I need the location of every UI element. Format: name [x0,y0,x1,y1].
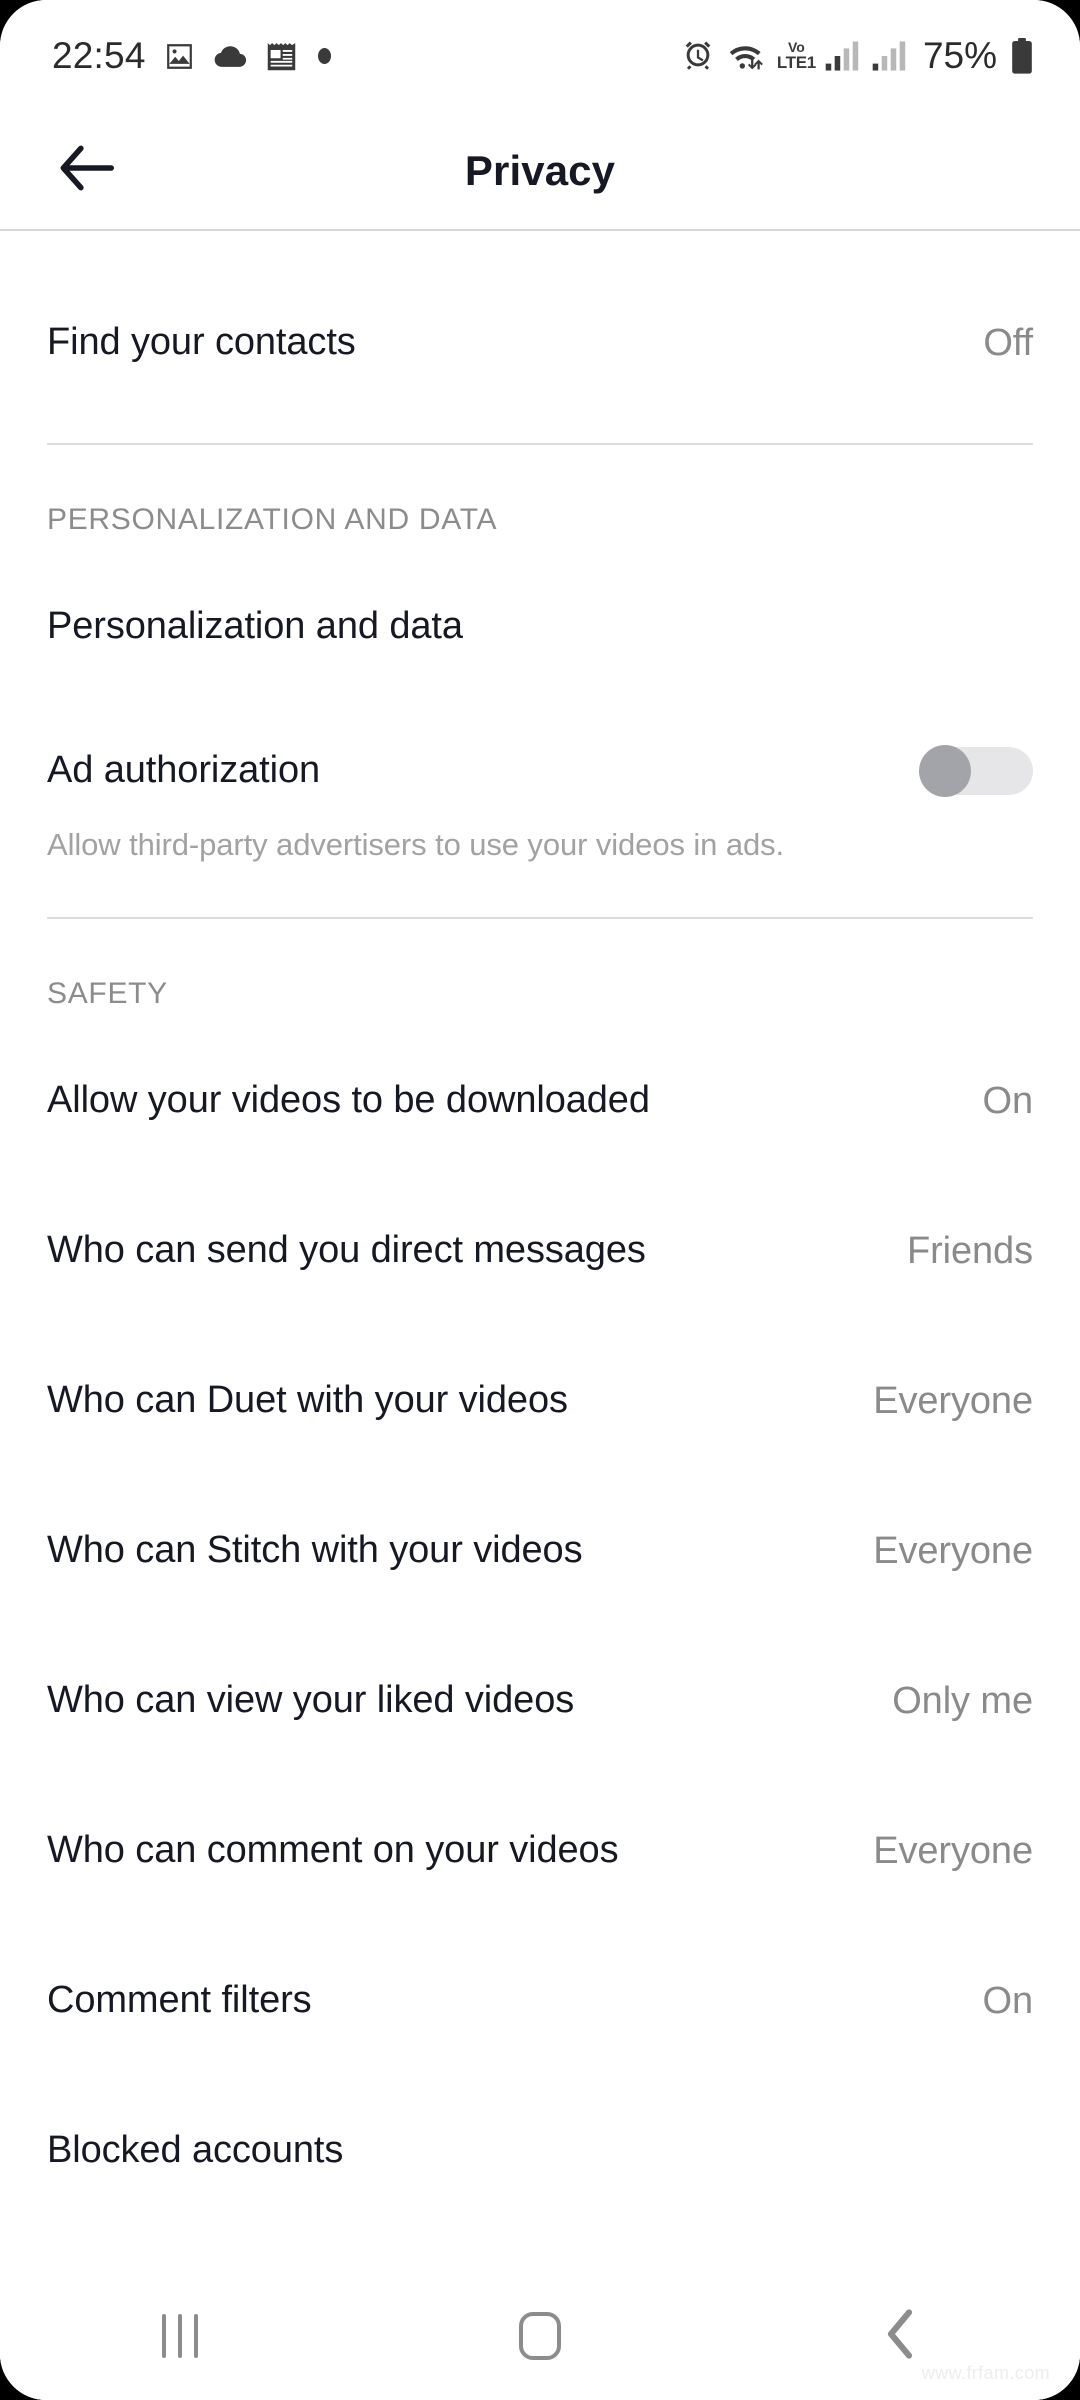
nav-home-button[interactable] [360,2272,720,2400]
row-value: Only me [892,1679,1033,1722]
nav-back-button[interactable] [720,2272,1080,2400]
setting-row-liked-videos[interactable]: Who can view your liked videos Only me [0,1651,1080,1751]
volte-icon: Vo LTE1 [776,40,816,72]
row-label: Who can view your liked videos [47,1679,575,1722]
app-header: Privacy [0,112,1080,231]
row-label: Who can send you direct messages [47,1229,646,1272]
row-value: Off [983,321,1033,364]
status-clock: 22:54 [52,35,146,76]
back-button[interactable] [40,123,136,219]
setting-row-blocked-accounts[interactable]: Blocked accounts [0,2101,1080,2201]
setting-row-personalization-and-data[interactable]: Personalization and data [0,577,1080,677]
toggle-thumb [919,745,971,797]
row-label: Personalization and data [47,605,463,648]
row-label: Who can comment on your videos [47,1829,619,1872]
phone-screen: 22:54 Vo LTE1 75% Privacy Find your cont… [0,0,1080,2400]
status-bar-right: Vo LTE1 75% [681,35,1034,77]
section-header-safety: SAFETY [47,977,168,1010]
notepad-icon [266,40,297,73]
android-nav-bar [0,2272,1080,2400]
row-value: Everyone [873,1829,1033,1872]
nav-back-icon [883,2307,917,2366]
row-value: Everyone [873,1529,1033,1572]
page-title: Privacy [464,146,616,194]
recents-icon [162,2314,198,2358]
row-value: On [982,1079,1034,1122]
photo-icon [163,40,196,73]
setting-row-find-your-contacts[interactable]: Find your contacts Off [0,293,1080,393]
dot-icon [317,48,331,64]
setting-row-duet[interactable]: Who can Duet with your videos Everyone [0,1351,1080,1451]
nav-recents-button[interactable] [0,2272,360,2400]
battery-icon [1010,38,1034,74]
row-value: Everyone [873,1379,1033,1422]
setting-row-ad-authorization[interactable]: Ad authorization [0,721,1080,821]
battery-percent-label: 75% [922,35,997,76]
status-bar-left: 22:54 [52,35,331,77]
wifi-icon [726,39,766,73]
back-arrow-icon [57,143,119,198]
alarm-icon [681,39,715,73]
volte-bottom-label: LTE1 [776,52,816,72]
home-icon [519,2312,561,2360]
ad-authorization-toggle[interactable] [919,745,1033,797]
row-label: Allow your videos to be downloaded [47,1079,650,1122]
setting-row-comment-filters[interactable]: Comment filters On [0,1951,1080,2051]
setting-row-stitch[interactable]: Who can Stitch with your videos Everyone [0,1501,1080,1601]
setting-subtitle-ad-authorization: Allow third-party advertisers to use you… [47,827,785,862]
settings-list: Find your contacts Off PERSONALIZATION A… [0,231,1080,2400]
setting-row-allow-downloads[interactable]: Allow your videos to be downloaded On [0,1051,1080,1151]
row-value: On [982,1979,1034,2022]
row-label: Who can Duet with your videos [47,1379,568,1422]
signal-bars-icon [825,39,861,73]
signal-bars-2-icon [872,39,908,73]
setting-row-comments[interactable]: Who can comment on your videos Everyone [0,1801,1080,1901]
row-value: Friends [906,1229,1033,1272]
cloud-icon [213,40,249,73]
row-label: Ad authorization [47,749,321,792]
row-label: Who can Stitch with your videos [47,1529,583,1572]
setting-row-direct-messages[interactable]: Who can send you direct messages Friends [0,1201,1080,1301]
section-header-personalization: PERSONALIZATION AND DATA [47,503,498,536]
row-label: Comment filters [47,1979,312,2022]
row-label: Blocked accounts [47,2129,344,2172]
row-label: Find your contacts [47,321,356,364]
status-bar: 22:54 Vo LTE1 75% [0,0,1080,112]
